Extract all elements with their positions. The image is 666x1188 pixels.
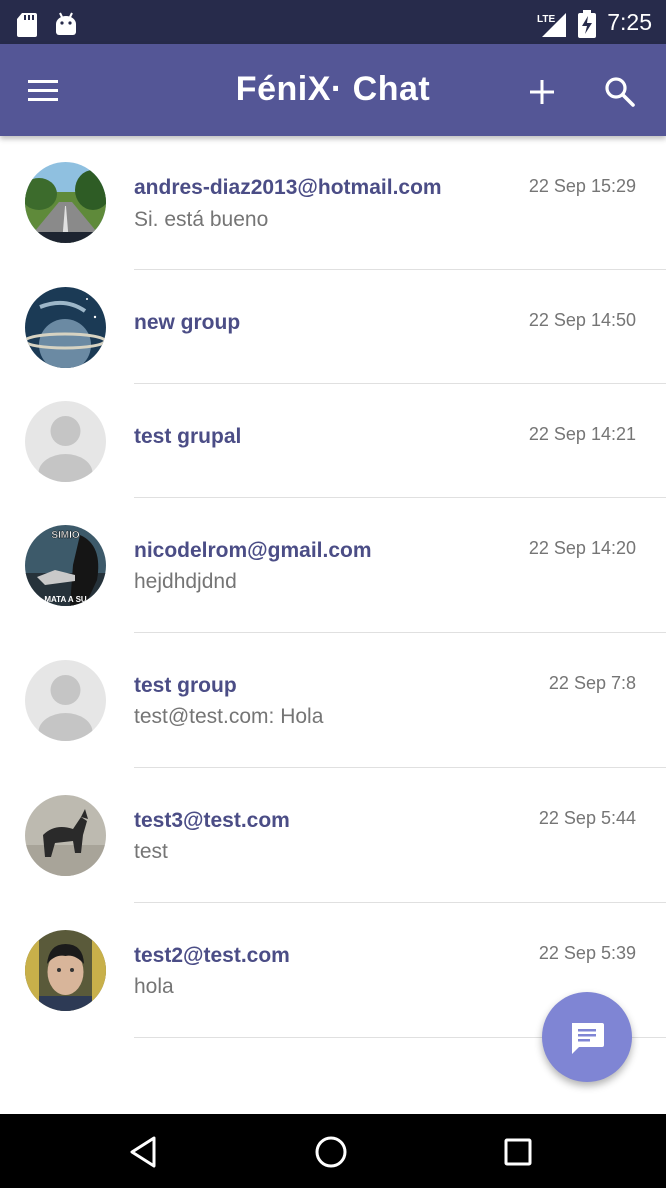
avatar-road-photo xyxy=(25,162,106,243)
chat-time: 22 Sep 15:29 xyxy=(528,176,636,196)
chat-time: 22 Sep 5:44 xyxy=(538,808,636,828)
avatar-dog-photo xyxy=(25,795,106,876)
chat-name: test2@test.com xyxy=(134,944,290,967)
chat-preview: Si. está bueno xyxy=(134,208,269,231)
chat-preview: hola xyxy=(134,975,174,998)
add-icon[interactable] xyxy=(526,76,558,108)
chat-name: test grupal xyxy=(134,425,242,448)
battery-charging-icon xyxy=(578,10,596,43)
app-bar: FéniX· Chat xyxy=(0,44,666,136)
avatar-meme-photo: SIMIO MATA A SU xyxy=(25,525,106,606)
chat-name: test group xyxy=(134,674,237,697)
home-icon[interactable] xyxy=(313,1134,349,1170)
android-icon xyxy=(55,12,77,41)
chat-row-test-group[interactable]: test group test@test.com: Hola 22 Sep 7:… xyxy=(0,633,666,768)
chat-name: new group xyxy=(134,311,241,334)
avatar-default-person xyxy=(25,660,106,741)
new-message-button[interactable] xyxy=(542,992,632,1082)
chat-name: nicodelrom@gmail.com xyxy=(134,539,372,562)
search-icon[interactable] xyxy=(603,75,637,109)
avatar-face-photo xyxy=(25,930,106,1011)
chat-name: test3@test.com xyxy=(134,809,290,832)
back-icon[interactable] xyxy=(126,1134,162,1170)
app-title: FéniX· Chat xyxy=(235,70,431,108)
status-bar: LTE 7:25 xyxy=(0,0,666,44)
message-icon xyxy=(569,1020,605,1061)
meme-caption-top: SIMIO xyxy=(51,530,80,541)
chat-row-test3[interactable]: test3@test.com test 22 Sep 5:44 xyxy=(0,768,666,903)
chat-time: 22 Sep 14:21 xyxy=(528,424,636,444)
chat-name: andres-diaz2013@hotmail.com xyxy=(134,176,442,199)
status-time: 7:25 xyxy=(607,9,652,35)
avatar-space-photo xyxy=(25,287,106,368)
chat-time: 22 Sep 7:8 xyxy=(548,673,636,693)
network-label: LTE xyxy=(537,14,555,25)
chat-time: 22 Sep 14:50 xyxy=(528,310,636,330)
chat-preview: hejdhdjdnd xyxy=(134,570,237,593)
recents-icon[interactable] xyxy=(500,1134,536,1170)
avatar-default-person xyxy=(25,401,106,482)
chat-time: 22 Sep 14:20 xyxy=(528,538,636,558)
sd-card-icon xyxy=(16,12,38,43)
signal-icon: LTE xyxy=(537,12,567,43)
chat-preview: test xyxy=(134,840,168,863)
chat-row-andres[interactable]: andres-diaz2013@hotmail.com Si. está bue… xyxy=(0,136,666,270)
meme-caption-bottom: MATA A SU xyxy=(44,595,87,604)
navigation-bar xyxy=(0,1114,666,1188)
chat-time: 22 Sep 5:39 xyxy=(538,943,636,963)
chat-preview: test@test.com: Hola xyxy=(134,705,324,728)
chat-row-nicodelrom[interactable]: SIMIO MATA A SU nicodelrom@gmail.com hej… xyxy=(0,498,666,633)
